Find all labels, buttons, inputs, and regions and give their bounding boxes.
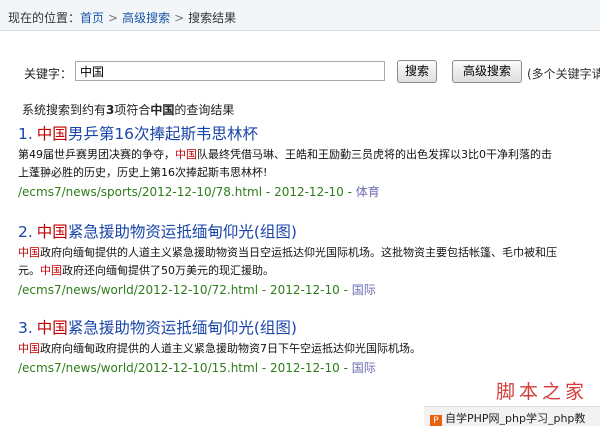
result-title-highlight: 中国 — [36, 223, 68, 241]
search-button[interactable]: 搜索 — [397, 60, 437, 83]
description-line: 中国政府向缅甸政府提供的人道主义紧急援助物资7日下午空运抵达仰光国际机场。 — [18, 340, 600, 358]
result-summary: 系统搜索到约有3项符合中国的查询结果 — [22, 101, 234, 118]
result-meta: /ecms7/news/world/2012-12-10/15.html - 2… — [18, 359, 600, 377]
breadcrumb-link-home[interactable]: 首页 — [80, 11, 104, 25]
result-description: 中国政府向缅甸提供的人道主义紧急援助物资当日空运抵达仰光国际机场。这批物资主要包… — [18, 244, 600, 280]
description-line: 元。中国政府还向缅甸提供了50万美元的现汇援助。 — [18, 262, 600, 280]
keyword-highlight: 中国 — [40, 264, 62, 277]
description-line: 上蓬翀必胜的历史，历史上第16次捧起斯韦思林杯! — [18, 164, 600, 182]
summary-keyword: 中国 — [150, 103, 175, 117]
description-text: 政府还向缅甸提供了50万美元的现汇援助。 — [62, 264, 274, 277]
result-meta: /ecms7/news/sports/2012-12-10/78.html - … — [18, 183, 600, 201]
php-logo-icon: P — [430, 415, 442, 426]
description-line: 中国政府向缅甸提供的人道主义紧急援助物资当日空运抵达仰光国际机场。这批物资主要包… — [18, 244, 600, 262]
result-index: 2. — [18, 223, 33, 241]
result-url[interactable]: /ecms7/news/world/2012-12-10/72.html — [18, 283, 258, 297]
breadcrumb-separator: > — [108, 11, 119, 25]
result-category-link[interactable]: 国际 — [352, 283, 376, 297]
meta-separator: - — [339, 283, 352, 297]
result-title-text: 紧急援助物资运抵缅甸仰光(组图) — [67, 319, 297, 337]
advanced-search-button[interactable]: 高级搜索 — [452, 60, 522, 83]
description-text: 元。 — [18, 264, 40, 277]
result-meta: /ecms7/news/world/2012-12-10/72.html - 2… — [18, 281, 600, 299]
breadcrumb-separator: > — [174, 11, 185, 25]
footer-watermark: P 自学PHP网_php学习_php教 — [424, 406, 600, 426]
keyword-input[interactable] — [75, 61, 385, 81]
result-description: 中国政府向缅甸政府提供的人道主义紧急援助物资7日下午空运抵达仰光国际机场。 — [18, 340, 600, 358]
result-title-highlight: 中国 — [36, 319, 68, 337]
breadcrumb-prefix: 现在的位置： — [8, 11, 81, 25]
result-title-text: 男乒第16次捧起斯韦思林杯 — [67, 125, 259, 143]
result-url[interactable]: /ecms7/news/sports/2012-12-10/78.html — [18, 185, 262, 199]
result-title-highlight: 中国 — [36, 125, 68, 143]
keyword-highlight: 中国 — [175, 148, 197, 161]
description-text: 队最终凭借马琳、王皓和王励勤三员虎将的出色发挥以3比0干净利落的击 — [197, 148, 552, 161]
result-index: 3. — [18, 319, 33, 337]
description-text: 上蓬翀必胜的历史，历史上第16次捧起斯韦思林杯! — [18, 166, 268, 179]
result-description: 第49届世乒赛男团决赛的争夺，中国队最终凭借马琳、王皓和王励勤三员虎将的出色发挥… — [18, 146, 600, 182]
result-category-link[interactable]: 体育 — [356, 185, 380, 199]
multi-keyword-hint: (多个关键字请 — [527, 67, 600, 81]
result-title-text: 紧急援助物资运抵缅甸仰光(组图) — [67, 223, 297, 241]
meta-separator: - — [339, 361, 352, 375]
breadcrumb-current: 搜索结果 — [188, 11, 237, 25]
result-date: 2012-12-10 — [270, 361, 340, 375]
footer-watermark-text: 自学PHP网_php学习_php教 — [445, 412, 586, 425]
keyword-label: 关键字： — [24, 67, 73, 81]
result-index: 1. — [18, 125, 33, 143]
meta-separator: - — [343, 185, 356, 199]
description-text: 政府向缅甸政府提供的人道主义紧急援助物资7日下午空运抵达仰光国际机场。 — [40, 342, 421, 355]
breadcrumb: 现在的位置：首页 > 高级搜索 > 搜索结果 — [0, 0, 600, 31]
description-text: 政府向缅甸提供的人道主义紧急援助物资当日空运抵达仰光国际机场。这批物资主要包括帐… — [40, 246, 557, 259]
meta-separator: - — [258, 361, 270, 375]
result-title-link[interactable]: 1. 中国男乒第16次捧起斯韦思林杯 — [18, 124, 600, 144]
meta-separator: - — [262, 185, 275, 199]
keyword-highlight: 中国 — [18, 342, 40, 355]
meta-separator: - — [258, 283, 270, 297]
description-line: 第49届世乒赛男团决赛的争夺，中国队最终凭借马琳、王皓和王励勤三员虎将的出色发挥… — [18, 146, 600, 164]
result-title-link[interactable]: 3. 中国紧急援助物资运抵缅甸仰光(组图) — [18, 318, 600, 338]
result-item: 1. 中国男乒第16次捧起斯韦思林杯 第49届世乒赛男团决赛的争夺，中国队最终凭借马… — [18, 124, 600, 201]
search-form: 关键字： 搜索 高级搜索 (多个关键字请 — [0, 59, 600, 87]
summary-text-after: 的查询结果 — [174, 103, 235, 117]
result-date: 2012-12-10 — [274, 185, 344, 199]
result-item: 3. 中国紧急援助物资运抵缅甸仰光(组图) 中国政府向缅甸政府提供的人道主义紧急援助… — [18, 318, 600, 377]
result-title-link[interactable]: 2. 中国紧急援助物资运抵缅甸仰光(组图) — [18, 222, 600, 242]
summary-text-middle: 项符合 — [114, 103, 151, 117]
result-url[interactable]: /ecms7/news/world/2012-12-10/15.html — [18, 361, 258, 375]
result-category-link[interactable]: 国际 — [352, 361, 376, 375]
breadcrumb-link-advanced-search[interactable]: 高级搜索 — [122, 11, 170, 25]
result-date: 2012-12-10 — [270, 283, 340, 297]
keyword-highlight: 中国 — [18, 246, 40, 259]
summary-text-before: 系统搜索到约有 — [22, 103, 107, 117]
brand-watermark: 脚本之家 — [496, 381, 589, 403]
result-item: 2. 中国紧急援助物资运抵缅甸仰光(组图) 中国政府向缅甸提供的人道主义紧急援助物资… — [18, 222, 600, 299]
description-text: 第49届世乒赛男团决赛的争夺， — [18, 148, 175, 161]
